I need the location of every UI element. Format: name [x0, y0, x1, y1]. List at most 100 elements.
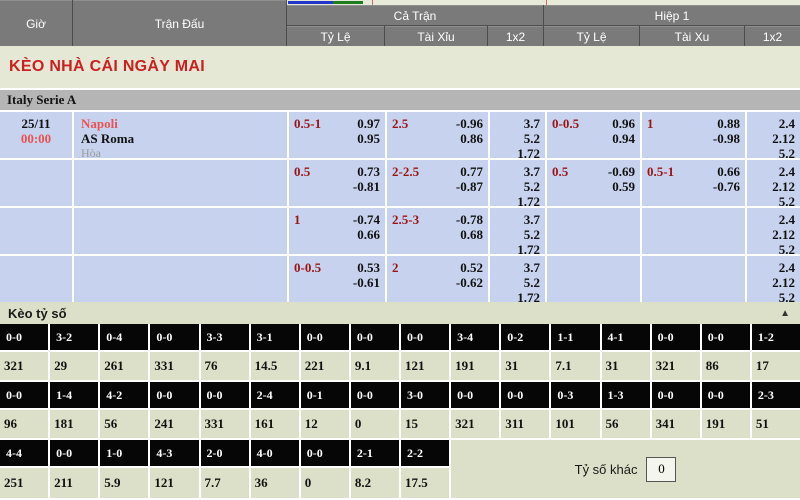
odds-value: 2.12 [747, 275, 795, 290]
odds-table-header: Giờ Trận Đấu Cả Trận Hiệp 1 Tỷ Lệ Tài Xỉ… [0, 0, 800, 46]
odds-value: 3.7 [490, 260, 540, 275]
odds-value: 2.12 [747, 227, 795, 242]
handicap-line: 0.5-1 [294, 116, 321, 131]
score-cell: 1-2 [752, 324, 800, 350]
score-cell: 3-2 [50, 324, 98, 350]
score-odds-cell: 17.5 [401, 468, 449, 498]
score-odds-cell: 9.1 [351, 352, 399, 380]
score-cell: 0-4 [100, 324, 148, 350]
score-cell: 0-0 [0, 382, 48, 408]
match-time-cell [0, 256, 72, 302]
match-teams-cell [74, 160, 287, 206]
handicap-line: 2 [392, 260, 399, 275]
score-odds-cell: 12 [301, 410, 349, 438]
score-odds-cell: 191 [451, 352, 499, 380]
score-odds-cell: 321 [652, 352, 700, 380]
handicap-line: 0.5-1 [647, 164, 674, 179]
score-odds-cell: 221 [301, 352, 349, 380]
score-cell: 0-0 [150, 382, 198, 408]
score-odds-cell: 17 [752, 352, 800, 380]
odds-value: -0.76 [642, 179, 740, 194]
first-half-over-under-cell: 10.88-0.98 [642, 112, 745, 158]
match-time-cell: 25/1100:00 [0, 112, 72, 158]
odds-value: 3.7 [490, 116, 540, 131]
score-odds-cell: 121 [150, 468, 198, 498]
odds-value: 0.59 [547, 179, 635, 194]
score-cell: 0-0 [351, 382, 399, 408]
odds-value: -0.61 [289, 275, 380, 290]
handicap-line: 0-0.5 [294, 260, 321, 275]
score-cell: 1-4 [50, 382, 98, 408]
first-half-over-under-cell: 0.5-10.66-0.76 [642, 160, 745, 206]
score-cell: 0-2 [501, 324, 549, 350]
column-group-first-half: Hiệp 1 [544, 5, 800, 25]
score-cell: 0-0 [702, 324, 750, 350]
subheader-full-1x2: 1x2 [488, 26, 543, 46]
match-teams-cell [74, 256, 287, 302]
odds-value: 1.72 [490, 146, 540, 161]
odds-value: -0.98 [642, 131, 740, 146]
score-cell: 2-1 [351, 440, 399, 466]
score-odds-cell: 31 [501, 352, 549, 380]
odds-value: 0.66 [289, 227, 380, 242]
full-time-over-under-cell: 2.5-3-0.780.68 [387, 208, 488, 254]
score-cell: 1-1 [551, 324, 599, 350]
score-odds-cell: 8.2 [351, 468, 399, 498]
handicap-line: 2-2.5 [392, 164, 419, 179]
odds-value: 2.4 [747, 212, 795, 227]
score-odds-cell: 86 [702, 352, 750, 380]
first-half-over-under-cell [642, 256, 745, 302]
odds-value: 0.52 [387, 260, 483, 275]
score-cell: 0-0 [652, 324, 700, 350]
score-odds-cell: 31 [602, 352, 650, 380]
handicap-line: 0.5 [552, 164, 568, 179]
first-half-over-under-cell [642, 208, 745, 254]
score-section-title: Kèo tỷ số [8, 306, 67, 321]
full-time-1x2-cell: 3.75.21.72 [490, 208, 545, 254]
score-cell: 3-1 [251, 324, 299, 350]
first-half-handicap-cell: 0.5-0.690.59 [547, 160, 640, 206]
odds-value: 5.2 [490, 275, 540, 290]
first-half-handicap-cell: 0-0.50.960.94 [547, 112, 640, 158]
handicap-line: 2.5-3 [392, 212, 419, 227]
odds-values: 2.42.125.2 [747, 256, 800, 305]
score-odds-cell: 321 [451, 410, 499, 438]
column-group-full-time: Cả Trận [287, 5, 543, 25]
odds-values: 2.42.125.2 [747, 112, 800, 161]
score-odds-cell: 161 [251, 410, 299, 438]
score-odds-cell: 331 [150, 352, 198, 380]
other-score-panel: Tỷ số khác 0 [451, 440, 800, 498]
handicap-line: 1 [294, 212, 301, 227]
score-odds-cell: 5.9 [100, 468, 148, 498]
other-score-input[interactable]: 0 [646, 457, 676, 482]
score-odds-cell: 341 [652, 410, 700, 438]
first-half-1x2-cell: 2.42.125.2 [747, 256, 800, 302]
odds-values: 0.52-0.62 [387, 256, 488, 290]
away-team-name: AS Roma [81, 131, 287, 146]
score-cell: 3-3 [201, 324, 249, 350]
score-cell: 2-4 [251, 382, 299, 408]
odds-value: 5.2 [747, 242, 795, 257]
score-odds-cell: 181 [50, 410, 98, 438]
subheader-full-handicap: Tỷ Lệ [287, 26, 384, 46]
score-odds-cell: 7.7 [201, 468, 249, 498]
score-odds-cell: 191 [702, 410, 750, 438]
progress-strip-blue [288, 1, 333, 4]
score-cell: 0-0 [301, 324, 349, 350]
handicap-line: 0-0.5 [552, 116, 579, 131]
score-odds-cell: 56 [100, 410, 148, 438]
collapse-arrow-icon[interactable]: ▲ [780, 308, 790, 319]
odds-value: 1.72 [490, 194, 540, 209]
subheader-full-over-under: Tài Xỉu [385, 26, 487, 46]
first-half-1x2-cell: 2.42.125.2 [747, 160, 800, 206]
match-kickoff-time: 00:00 [0, 131, 72, 146]
odds-table: 25/1100:00NapoliAS RomaHòa0.5-10.970.952… [0, 112, 800, 302]
score-cell: 2-2 [401, 440, 449, 466]
score-odds-cell: 211 [50, 468, 98, 498]
score-cell: 3-4 [451, 324, 499, 350]
odds-value: 5.2 [747, 290, 795, 305]
match-time-cell [0, 208, 72, 254]
odds-value: 2.12 [747, 179, 795, 194]
score-cell: 0-0 [652, 382, 700, 408]
score-cell: 0-0 [401, 324, 449, 350]
